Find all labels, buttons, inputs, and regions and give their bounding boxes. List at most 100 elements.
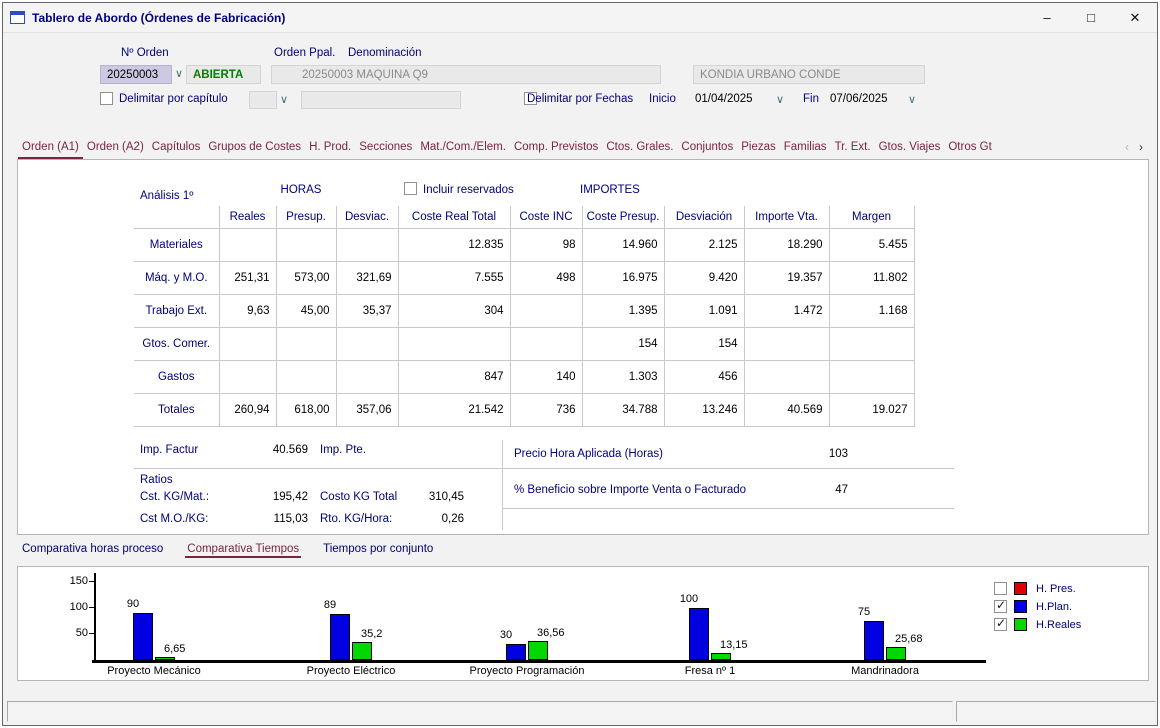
chapter-dropdown-icon[interactable]: ∨ bbox=[280, 93, 288, 106]
cell bbox=[510, 294, 582, 327]
tab-piezas[interactable]: Piezas bbox=[737, 136, 780, 159]
category-label: Proyecto Eléctrico bbox=[271, 665, 431, 677]
tab-otros-gt[interactable]: Otros Gt bbox=[944, 136, 995, 159]
y-axis bbox=[94, 573, 96, 661]
tab-mat-com-elem[interactable]: Mat./Com./Elem. bbox=[416, 136, 510, 159]
cell: 1.472 bbox=[744, 294, 829, 327]
order-status-badge: ABIERTA bbox=[186, 65, 261, 84]
bar-h-plan bbox=[506, 644, 526, 660]
tab-conjuntos[interactable]: Conjuntos bbox=[677, 136, 737, 159]
end-date-dropdown-icon[interactable]: ∨ bbox=[908, 93, 916, 106]
tab-scroll-right-icon[interactable]: › bbox=[1134, 140, 1148, 154]
imp-pte-label: Imp. Pte. bbox=[320, 444, 366, 456]
cell: 140 bbox=[510, 360, 582, 393]
chart-tab-bar: Comparativa horas proceso Comparativa Tie… bbox=[20, 540, 435, 558]
incluir-reservados-label: Incluir reservados bbox=[423, 184, 514, 196]
cell bbox=[829, 327, 914, 360]
bottom-tab-comparativa-horas-proceso[interactable]: Comparativa horas proceso bbox=[20, 540, 165, 558]
cell bbox=[744, 360, 829, 393]
delimit-chapter-label: Delimitar por capítulo bbox=[119, 93, 228, 105]
cell: 1.395 bbox=[582, 294, 664, 327]
tab-grupos-de-costes[interactable]: Grupos de Costes bbox=[204, 136, 305, 159]
table-row-totales: Totales260,94618,00357,0621.54273634.788… bbox=[134, 393, 914, 426]
bar-value-h-reales: 13,15 bbox=[720, 639, 770, 651]
chapter-name-field bbox=[301, 91, 461, 109]
end-date-value[interactable]: 07/06/2025 bbox=[830, 93, 888, 105]
table-row-trabajo-ext: Trabajo Ext.9,6345,0035,373041.3951.0911… bbox=[134, 294, 914, 327]
denomination-label: Denominación bbox=[348, 47, 422, 59]
maximize-button[interactable]: □ bbox=[1069, 3, 1113, 32]
row-label: Gastos bbox=[134, 360, 219, 393]
row-label: Gtos. Comer. bbox=[134, 327, 219, 360]
table-row-maq-y-m-o: Máq. y M.O.251,31573,00321,697.55549816.… bbox=[134, 261, 914, 294]
tab-orden-a1[interactable]: Orden (A1) bbox=[18, 136, 83, 159]
y-tick-label: 100 bbox=[62, 601, 88, 613]
close-button[interactable]: ✕ bbox=[1113, 3, 1157, 32]
end-label: Fin bbox=[803, 93, 819, 105]
cell: 573,00 bbox=[276, 261, 336, 294]
bar-h-reales bbox=[528, 641, 548, 660]
cell: 1.091 bbox=[664, 294, 744, 327]
cell: 456 bbox=[664, 360, 744, 393]
tab-capitulos[interactable]: Capítulos bbox=[148, 136, 205, 159]
category-label: Fresa nº 1 bbox=[630, 665, 790, 677]
delimit-chapter-checkbox[interactable] bbox=[100, 92, 113, 105]
tab-tr-ext[interactable]: Tr. Ext. bbox=[831, 136, 875, 159]
legend-label-h-pres: H. Pres. bbox=[1036, 583, 1076, 595]
cell bbox=[336, 360, 398, 393]
column-header-coste-inc: Coste INC bbox=[510, 206, 582, 228]
bar-h-plan bbox=[133, 613, 153, 660]
bar-value-h-plan: 75 bbox=[844, 606, 884, 618]
start-date-dropdown-icon[interactable]: ∨ bbox=[776, 93, 784, 106]
cell: 304 bbox=[398, 294, 510, 327]
table-row-materiales: Materiales12.8359814.9602.12518.2905.455 bbox=[134, 228, 914, 261]
legend-checkbox-h-pres[interactable] bbox=[994, 582, 1007, 595]
row-label: Máq. y M.O. bbox=[134, 261, 219, 294]
tab-ctos-grales[interactable]: Ctos. Grales. bbox=[602, 136, 677, 159]
legend-swatch-h-reales bbox=[1014, 618, 1027, 631]
category-label: Proyecto Programación bbox=[447, 665, 607, 677]
legend-checkbox-h-reales[interactable] bbox=[994, 618, 1007, 631]
minimize-button[interactable]: – bbox=[1025, 3, 1069, 32]
costo-kg-total-value: 310,45 bbox=[386, 491, 464, 503]
cell: 12.835 bbox=[398, 228, 510, 261]
bar-value-h-reales: 35,2 bbox=[361, 628, 411, 640]
y-tick-label: 50 bbox=[62, 627, 88, 639]
bar-h-reales bbox=[711, 653, 731, 660]
legend-checkbox-h-plan[interactable] bbox=[994, 600, 1007, 613]
order-main-field: 20250003 MAQUINA Q9 bbox=[271, 65, 661, 84]
tab-h-prod[interactable]: H. Prod. bbox=[305, 136, 355, 159]
cell: 21.542 bbox=[398, 393, 510, 426]
table-row-gastos: Gastos8471401.303456 bbox=[134, 360, 914, 393]
column-header-desviac: Desviac. bbox=[336, 206, 398, 228]
tab-familias[interactable]: Familias bbox=[780, 136, 831, 159]
tab-secciones[interactable]: Secciones bbox=[355, 136, 416, 159]
order-number-combo[interactable]: 20250003 bbox=[100, 65, 172, 84]
beneficio-value: 47 bbox=[768, 484, 848, 496]
chapter-combo[interactable] bbox=[249, 91, 277, 109]
divider bbox=[502, 468, 954, 469]
cell bbox=[336, 228, 398, 261]
tab-orden-a2[interactable]: Orden (A2) bbox=[83, 136, 148, 159]
cst-kg-mat-label: Cst. KG/Mat.: bbox=[140, 491, 209, 503]
row-label: Totales bbox=[134, 393, 219, 426]
cell: 847 bbox=[398, 360, 510, 393]
tab-gtos-viajes[interactable]: Gtos. Viajes bbox=[875, 136, 945, 159]
rto-kg-hora-label: Rto. KG/Hora: bbox=[320, 513, 392, 525]
bar-h-reales bbox=[352, 642, 372, 660]
start-date-value[interactable]: 01/04/2025 bbox=[695, 93, 753, 105]
incluir-reservados-checkbox[interactable] bbox=[404, 182, 417, 195]
tab-comp-previstos[interactable]: Comp. Previstos bbox=[510, 136, 602, 159]
tab-strip: Orden (A1)Orden (A2)CapítulosGrupos de C… bbox=[18, 136, 1120, 159]
order-header: Nº Orden Orden Ppal. Denominación 202500… bbox=[3, 34, 1157, 133]
bottom-tab-tiempos-por-conjunto[interactable]: Tiempos por conjunto bbox=[321, 540, 435, 558]
order-number-label: Nº Orden bbox=[121, 47, 169, 59]
tab-scroll-left-icon[interactable]: ‹ bbox=[1120, 140, 1134, 154]
cell: 154 bbox=[582, 327, 664, 360]
order-number-dropdown-icon[interactable]: ∨ bbox=[175, 67, 183, 80]
cell: 736 bbox=[510, 393, 582, 426]
cell: 5.455 bbox=[829, 228, 914, 261]
bar-value-h-plan: 30 bbox=[486, 629, 526, 641]
beneficio-label: % Beneficio sobre Importe Venta o Factur… bbox=[514, 484, 746, 496]
bottom-tab-comparativa-tiempos[interactable]: Comparativa Tiempos bbox=[185, 540, 301, 558]
